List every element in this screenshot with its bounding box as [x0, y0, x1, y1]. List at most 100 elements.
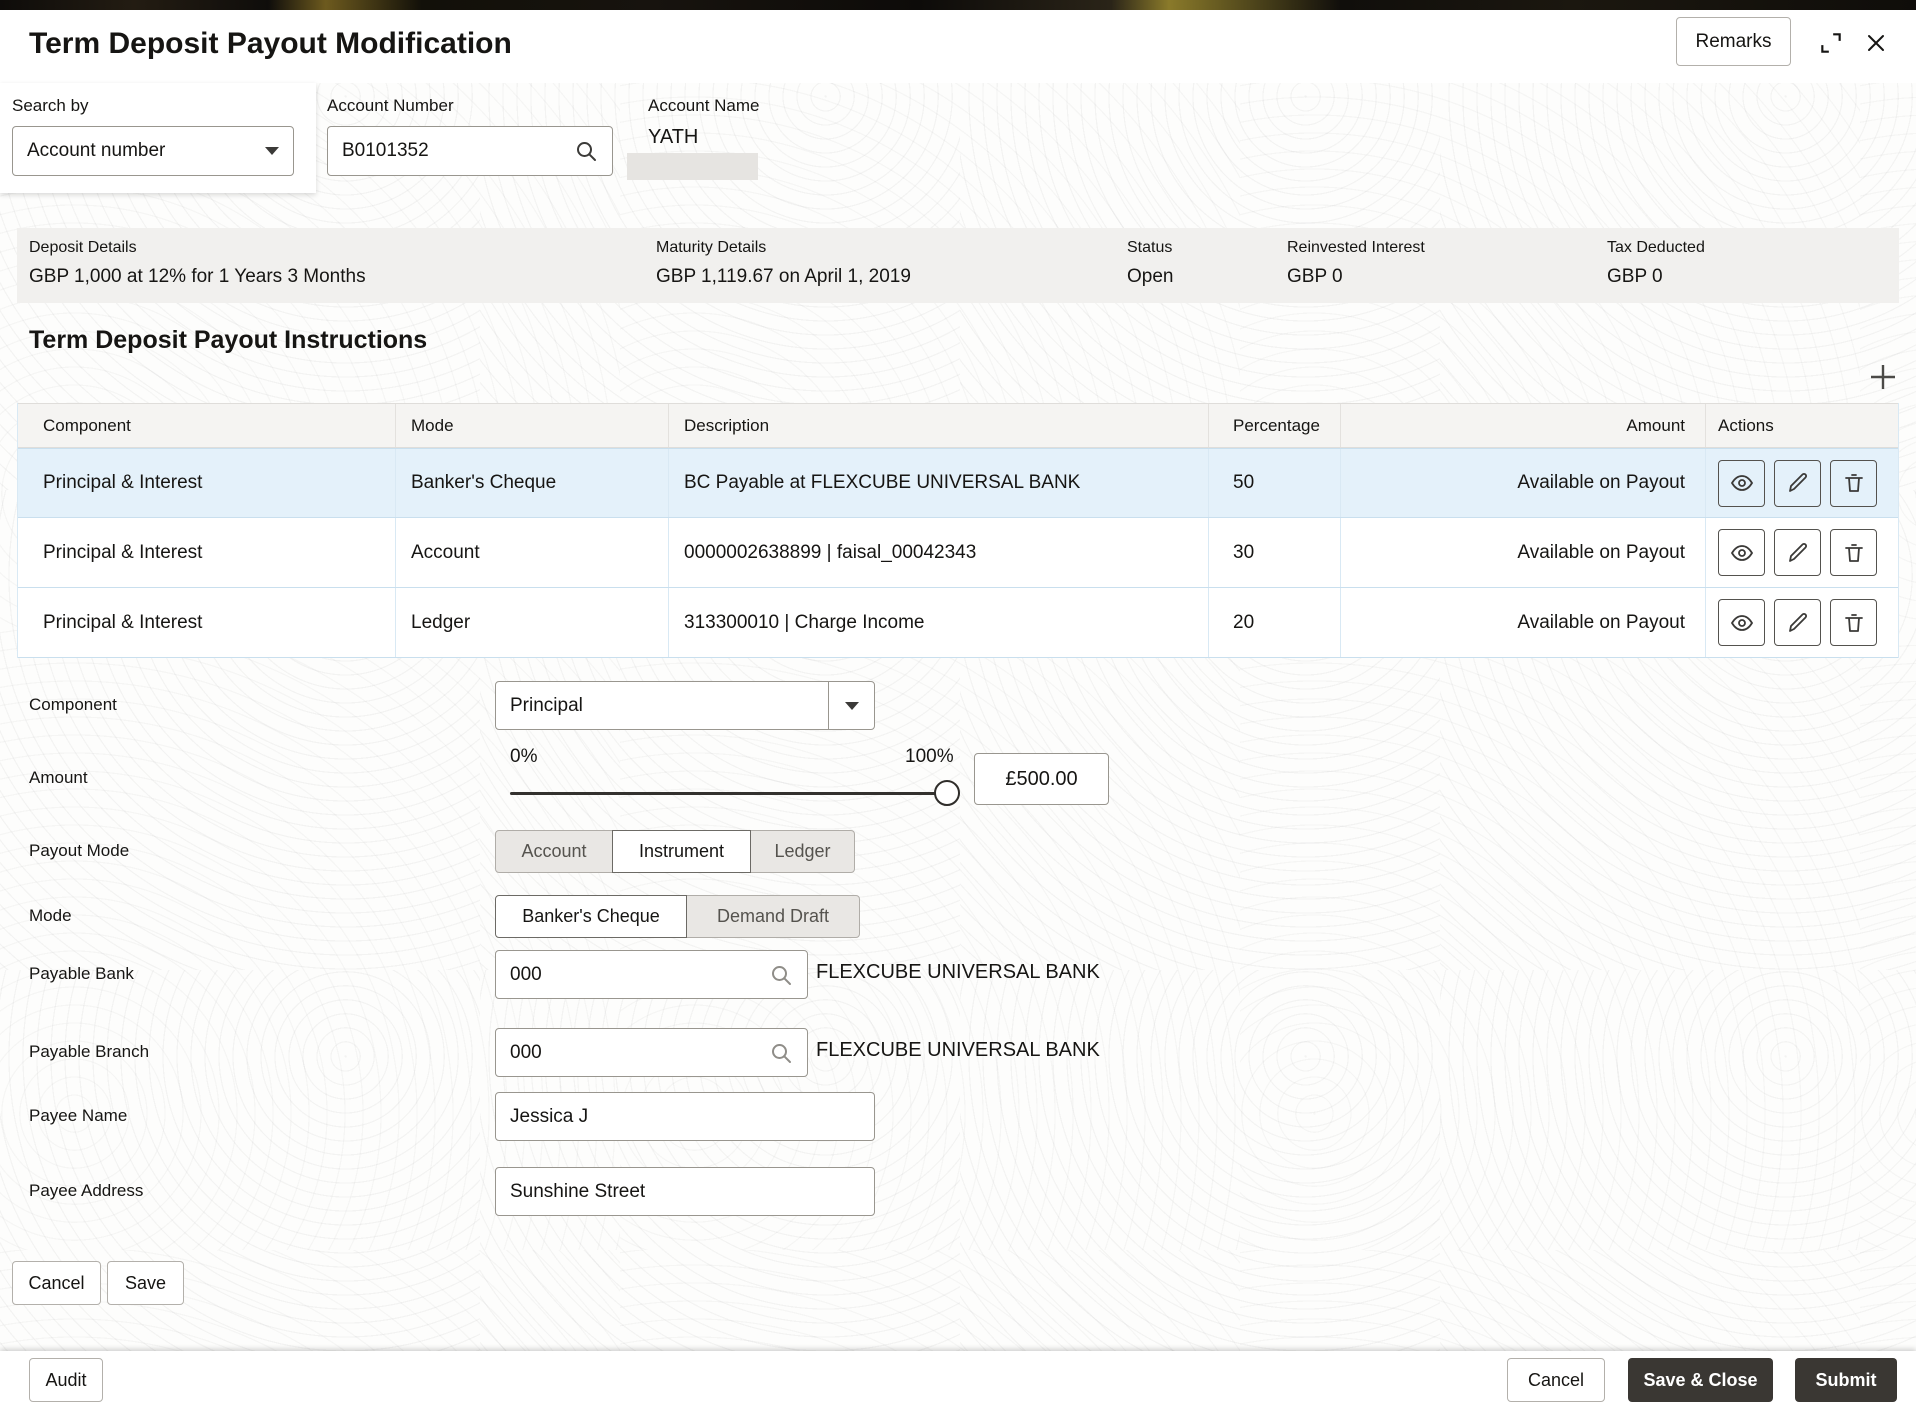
trash-icon [1842, 611, 1866, 635]
save-and-close-button[interactable]: Save & Close [1628, 1358, 1773, 1402]
payable-branch-input[interactable]: 000 [495, 1028, 808, 1077]
cell-amount: Available on Payout [1340, 449, 1705, 517]
mode-label: Mode [29, 906, 72, 925]
pencil-icon [1786, 611, 1810, 635]
trash-icon [1842, 541, 1866, 565]
edit-button[interactable] [1774, 459, 1821, 507]
search-icon[interactable] [574, 139, 598, 163]
cell-component: Principal & Interest [43, 611, 203, 633]
table-row[interactable]: Principal & Interest Banker's Cheque BC … [18, 448, 1898, 518]
cell-amount: Available on Payout [1340, 518, 1705, 587]
account-number-value: B0101352 [342, 140, 429, 161]
payout-mode-toggle: Account Instrument Ledger [495, 830, 855, 873]
expand-button[interactable] [1813, 25, 1849, 61]
form-cancel-button[interactable]: Cancel [12, 1261, 101, 1305]
payable-bank-name: FLEXCUBE UNIVERSAL BANK [816, 961, 1100, 983]
col-header-percentage: Percentage [1208, 404, 1340, 447]
cell-mode: Ledger [395, 588, 668, 657]
trash-icon [1842, 471, 1866, 495]
account-name-value: YATH [648, 126, 699, 148]
component-value: Principal [510, 694, 583, 716]
payout-mode-account[interactable]: Account [495, 830, 613, 873]
close-icon [1864, 31, 1888, 55]
search-icon[interactable] [769, 963, 793, 987]
payee-address-input[interactable]: Sunshine Street [495, 1167, 875, 1216]
summary-deposit-details: Deposit Details GBP 1,000 at 12% for 1 Y… [29, 239, 366, 287]
cell-percentage: 30 [1208, 518, 1340, 587]
account-number-label: Account Number [327, 96, 454, 115]
form-save-button[interactable]: Save [107, 1261, 184, 1305]
payable-branch-value: 000 [510, 1041, 542, 1063]
page-title: Term Deposit Payout Modification [29, 27, 512, 60]
cell-description: 0000002638899 | faisal_00042343 [668, 518, 1208, 587]
search-icon[interactable] [769, 1041, 793, 1065]
payee-name-input[interactable]: Jessica J [495, 1092, 875, 1141]
expand-icon [1818, 30, 1844, 56]
payout-instructions-table: Component Mode Description Percentage Am… [17, 403, 1899, 658]
payable-bank-value: 000 [510, 963, 542, 985]
view-button[interactable] [1718, 529, 1765, 576]
mode-toggle: Banker's Cheque Demand Draft [495, 895, 860, 938]
summary-reinvested-interest: Reinvested Interest GBP 0 [1287, 239, 1425, 287]
col-header-amount: Amount [1340, 404, 1705, 447]
edit-button[interactable] [1774, 599, 1821, 646]
chevron-down-icon [844, 701, 859, 710]
payout-mode-ledger[interactable]: Ledger [750, 830, 855, 873]
col-header-component: Component [43, 415, 131, 435]
component-select-chevron-button[interactable] [828, 682, 874, 729]
payable-bank-input[interactable]: 000 [495, 950, 808, 999]
delete-button[interactable] [1830, 529, 1877, 576]
payee-address-label: Payee Address [29, 1181, 144, 1200]
mode-bankers-cheque[interactable]: Banker's Cheque [495, 895, 687, 938]
mode-demand-draft[interactable]: Demand Draft [686, 895, 860, 938]
table-row[interactable]: Principal & Interest Account 00000026388… [18, 518, 1898, 588]
col-header-description: Description [668, 404, 1208, 447]
audit-button[interactable]: Audit [29, 1358, 103, 1402]
summary-maturity-details: Maturity Details GBP 1,119.67 on April 1… [656, 239, 911, 287]
pencil-icon [1786, 541, 1810, 565]
payout-mode-instrument[interactable]: Instrument [612, 830, 751, 873]
payee-address-value: Sunshine Street [510, 1180, 646, 1202]
delete-button[interactable] [1830, 599, 1877, 646]
search-by-select[interactable]: Account number [12, 126, 294, 176]
payee-name-value: Jessica J [510, 1105, 589, 1127]
chevron-down-icon [265, 147, 279, 155]
col-header-actions: Actions [1705, 404, 1898, 447]
table-header-row: Component Mode Description Percentage Am… [18, 403, 1898, 448]
pencil-icon [1786, 471, 1810, 495]
delete-button[interactable] [1830, 459, 1877, 507]
term-deposit-payout-modification-window: Term Deposit Payout Modification Remarks… [0, 0, 1916, 1409]
eye-icon [1730, 541, 1754, 565]
payout-mode-label: Payout Mode [29, 841, 130, 860]
cell-description: 313300010 | Charge Income [668, 588, 1208, 657]
plus-icon [1867, 361, 1899, 393]
amount-value-box[interactable]: £500.00 [974, 753, 1109, 805]
cell-mode: Banker's Cheque [395, 449, 668, 517]
add-instruction-button[interactable] [1864, 358, 1902, 396]
view-button[interactable] [1718, 459, 1765, 507]
component-select[interactable]: Principal [495, 681, 875, 730]
amount-slider-handle[interactable] [934, 780, 960, 806]
col-header-mode: Mode [395, 404, 668, 447]
cell-actions [1705, 518, 1898, 587]
table-row[interactable]: Principal & Interest Ledger 313300010 | … [18, 588, 1898, 658]
cell-component: Principal & Interest [43, 472, 203, 493]
account-number-input[interactable]: B0101352 [327, 126, 613, 176]
cell-actions [1705, 449, 1898, 517]
summary-status: Status Open [1127, 239, 1174, 287]
submit-button[interactable]: Submit [1795, 1358, 1897, 1402]
footer-cancel-button[interactable]: Cancel [1507, 1358, 1605, 1402]
close-button[interactable] [1858, 25, 1894, 61]
cell-percentage: 20 [1208, 588, 1340, 657]
payable-bank-label: Payable Bank [29, 964, 134, 983]
remarks-button[interactable]: Remarks [1676, 17, 1791, 66]
search-by-label: Search by [12, 96, 89, 115]
summary-tax-deducted: Tax Deducted GBP 0 [1607, 239, 1705, 287]
background-pattern [0, 10, 1916, 1409]
view-button[interactable] [1718, 599, 1765, 646]
edit-button[interactable] [1774, 529, 1821, 576]
amount-label: Amount [29, 768, 88, 787]
amount-slider-track[interactable] [510, 792, 960, 795]
amount-value: £500.00 [1005, 767, 1078, 790]
payable-branch-name: FLEXCUBE UNIVERSAL BANK [816, 1039, 1100, 1061]
